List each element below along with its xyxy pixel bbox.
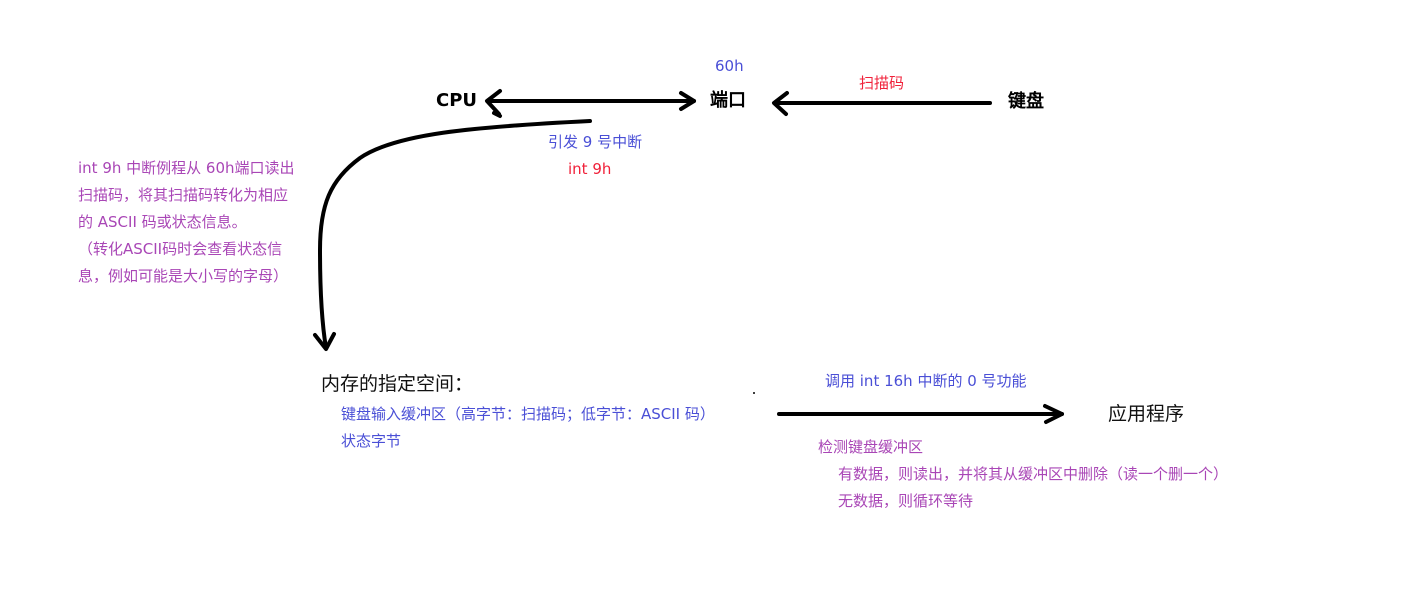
memory-node: 内存的指定空间： xyxy=(321,373,474,395)
port-node: 端口 xyxy=(710,90,746,111)
int9-description-line: 扫描码，将其扫描码转化为相应 xyxy=(78,186,289,204)
port-number-label: 60h xyxy=(715,57,744,75)
keyboard-node: 键盘 xyxy=(1008,91,1044,112)
int16-description-title: 检测键盘缓冲区 xyxy=(818,438,924,456)
int16-description-item: 有数据，则读出，并将其从缓冲区中删除（读一个删一个） xyxy=(838,465,1229,483)
memory-to-app-arrow xyxy=(777,404,1064,424)
cpu-port-double-arrow xyxy=(485,89,696,116)
int16-call-label: 调用 int 16h 中断的 0 号功能 xyxy=(825,372,1027,390)
int9-description: int 9h 中断例程从 60h端口读出 扫描码，将其扫描码转化为相应 的 AS… xyxy=(78,155,295,290)
application-node: 应用程序 xyxy=(1108,403,1185,425)
stray-dot xyxy=(753,392,755,394)
int9-description-line: （转化ASCII码时会查看状态信 xyxy=(78,240,283,258)
int9-description-line: 息，例如可能是大小写的字母） xyxy=(78,267,289,285)
memory-item-status-byte: 状态字节 xyxy=(341,432,402,450)
scan-code-label: 扫描码 xyxy=(859,74,905,92)
int9-label: int 9h xyxy=(568,160,612,178)
trigger-interrupt-label: 引发 9 号中断 xyxy=(548,133,643,151)
int16-description: 检测键盘缓冲区 有数据，则读出，并将其从缓冲区中删除（读一个删一个） 无数据，则… xyxy=(818,434,1228,515)
diagram-arrows xyxy=(313,89,1064,424)
cpu-node: CPU xyxy=(436,90,478,111)
int9-description-line: 的 ASCII 码或状态信息。 xyxy=(78,213,247,231)
memory-items: 键盘输入缓冲区（高字节：扫描码；低字节：ASCII 码） 状态字节 xyxy=(341,401,715,455)
memory-item-keyboard-buffer: 键盘输入缓冲区（高字节：扫描码；低字节：ASCII 码） xyxy=(341,405,715,423)
int16-description-item: 无数据，则循环等待 xyxy=(838,492,974,510)
keyboard-to-port-arrow xyxy=(772,91,992,116)
int9-description-line: int 9h 中断例程从 60h端口读出 xyxy=(78,159,295,177)
